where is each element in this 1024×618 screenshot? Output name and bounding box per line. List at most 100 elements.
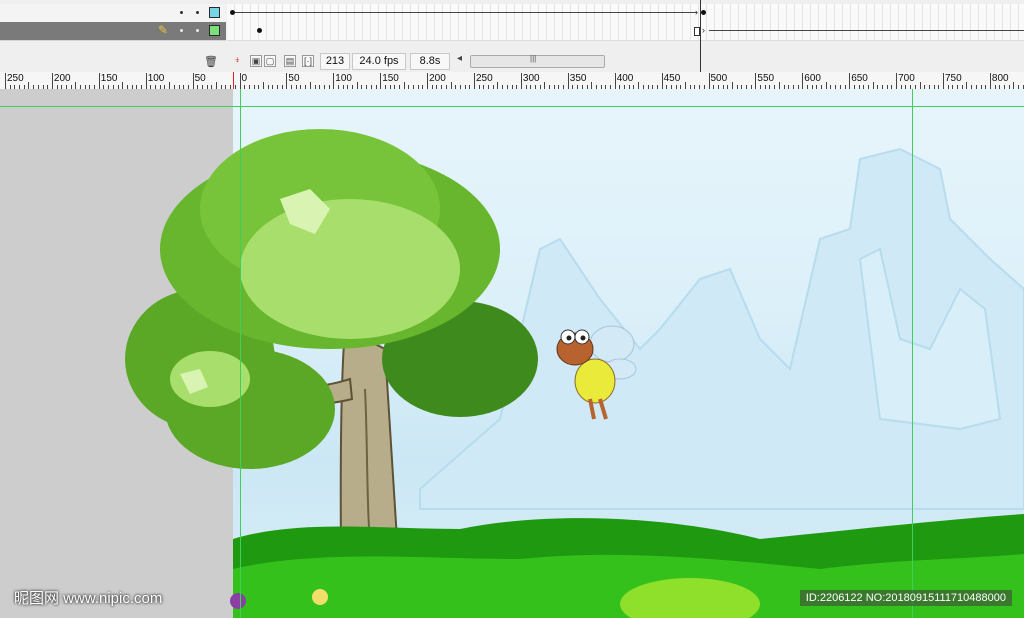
ruler-origin-marker bbox=[233, 72, 234, 89]
ruler-major-tick bbox=[5, 73, 6, 89]
onion-skin-icon[interactable]: ▣ bbox=[250, 55, 262, 67]
ruler-label: 800 bbox=[991, 73, 1009, 84]
ruler-minor-tick bbox=[544, 82, 546, 89]
onion-skin-outline-icon[interactable]: ▢ bbox=[264, 55, 276, 67]
ruler-label: 50 bbox=[194, 73, 206, 84]
ruler-label: 250 bbox=[7, 73, 24, 84]
scroll-left-arrow-icon[interactable]: ◂ bbox=[457, 53, 462, 64]
image-id-watermark: ID:2206122 NO:20180915111710488000 bbox=[799, 590, 1012, 606]
ruler-minor-tick bbox=[731, 82, 733, 89]
layer-frames[interactable]: › bbox=[227, 4, 1024, 23]
ruler-minor-tick bbox=[497, 82, 499, 89]
current-frame-field[interactable]: 213 bbox=[320, 53, 350, 70]
layer-header[interactable]: ✎ bbox=[0, 22, 226, 41]
ruler-minor-tick bbox=[356, 82, 358, 89]
ruler-minor-tick bbox=[919, 82, 921, 89]
ruler-label: 50 bbox=[288, 73, 300, 84]
ruler-minor-tick bbox=[638, 82, 640, 89]
visibility-dot-icon[interactable] bbox=[180, 29, 183, 32]
stage-artwork bbox=[125, 129, 1024, 618]
ruler-major-tick bbox=[755, 73, 757, 89]
guide-line-horizontal[interactable] bbox=[0, 106, 1024, 107]
ruler-label: 350 bbox=[569, 73, 587, 84]
guide-line-vertical[interactable] bbox=[912, 89, 913, 618]
ruler-minor-tick bbox=[778, 82, 780, 89]
ruler-major-tick bbox=[708, 73, 710, 89]
center-frame-icon[interactable]: ⍖ bbox=[234, 54, 241, 67]
ruler-minor-tick bbox=[262, 82, 264, 89]
ruler-label: 700 bbox=[898, 73, 915, 84]
timeline-scrollbar[interactable] bbox=[470, 55, 605, 68]
ruler-major-tick bbox=[333, 73, 335, 89]
edit-multiple-frames-icon[interactable]: ▤ bbox=[284, 55, 296, 67]
elapsed-time-field: 8.8s bbox=[410, 53, 450, 70]
ruler-minor-tick bbox=[28, 82, 30, 89]
ruler-label: 500 bbox=[710, 73, 728, 84]
ruler-minor-tick bbox=[450, 82, 452, 89]
timeline-layer-1[interactable]: › bbox=[0, 4, 1024, 23]
site-watermark: 昵图网 www.nipic.com bbox=[14, 590, 163, 607]
ruler-label: 150 bbox=[100, 73, 118, 84]
ruler-label: 250 bbox=[476, 73, 493, 84]
trash-icon[interactable]: 🗑 bbox=[204, 55, 218, 68]
keyframe-icon[interactable] bbox=[701, 10, 706, 15]
ruler-label: 400 bbox=[616, 73, 634, 84]
tween-arrow-icon: › bbox=[695, 7, 698, 17]
workspace: 昵图网 www.nipic.com ID:2206122 NO:20180915… bbox=[0, 89, 1024, 618]
ruler-minor-tick bbox=[685, 82, 687, 89]
ruler-label: 100 bbox=[335, 73, 352, 84]
ruler-major-tick bbox=[51, 73, 53, 89]
ruler-label: 100 bbox=[147, 73, 165, 84]
ruler-major-tick bbox=[380, 73, 382, 89]
layer-color-swatch[interactable] bbox=[209, 25, 220, 36]
ruler-major-tick bbox=[896, 73, 898, 89]
ruler-label: 600 bbox=[804, 73, 821, 84]
ruler-minor-tick bbox=[169, 82, 171, 89]
scroll-grip-icon[interactable]: ||| bbox=[530, 54, 536, 63]
pencil-icon: ✎ bbox=[158, 23, 169, 37]
horizontal-ruler: 250 200 150 100 50 0 50 100 150 200 250 300 350 400 45… bbox=[0, 72, 1024, 90]
ruler-minor-tick bbox=[1013, 82, 1015, 89]
ruler-label: 450 bbox=[663, 73, 681, 84]
guide-line-vertical[interactable] bbox=[240, 89, 241, 618]
modify-markers-icon[interactable]: [·] bbox=[302, 55, 314, 67]
ruler-label: 650 bbox=[851, 73, 868, 84]
visibility-dot-icon[interactable] bbox=[180, 11, 183, 14]
frame-rate-field[interactable]: 24.0 fps bbox=[352, 53, 406, 70]
timeline-status-bar: 🗑 ⍖ ▣ ▢ ▤ [·] 213 24.0 fps 8.8s ◂ ||| bbox=[0, 52, 1024, 71]
lock-dot-icon[interactable] bbox=[196, 29, 199, 32]
tween-arrow-icon: › bbox=[702, 25, 705, 35]
layer-header[interactable] bbox=[0, 4, 226, 23]
ruler-label: 200 bbox=[53, 73, 71, 84]
ruler-minor-tick bbox=[216, 82, 218, 89]
ruler-minor-tick bbox=[966, 82, 968, 89]
ruler-major-tick bbox=[98, 73, 100, 89]
motion-tween-line bbox=[709, 30, 1024, 31]
ruler-major-tick bbox=[192, 73, 194, 89]
timeline-layer-2[interactable]: ✎ › bbox=[0, 22, 1024, 41]
ruler-label: 750 bbox=[945, 73, 962, 84]
ruler-minor-tick bbox=[122, 82, 124, 89]
ruler-major-tick bbox=[145, 73, 147, 89]
layer-frames[interactable]: › bbox=[227, 22, 1024, 41]
ruler-major-tick bbox=[661, 73, 663, 89]
ruler-major-tick bbox=[474, 73, 475, 89]
keyframe-icon[interactable] bbox=[257, 28, 262, 33]
ruler-major-tick bbox=[567, 73, 569, 89]
ruler-major-tick bbox=[943, 73, 944, 89]
ruler-major-tick bbox=[286, 73, 288, 89]
layer-color-swatch[interactable] bbox=[209, 7, 220, 18]
ruler-minor-tick bbox=[75, 82, 77, 89]
ruler-minor-tick bbox=[403, 82, 405, 89]
ruler-label: 200 bbox=[429, 73, 446, 84]
ruler-major-tick bbox=[849, 73, 851, 89]
lock-dot-icon[interactable] bbox=[196, 11, 199, 14]
motion-tween-line bbox=[235, 12, 697, 13]
ruler-major-tick bbox=[520, 73, 522, 89]
ruler-minor-tick bbox=[872, 82, 874, 89]
ruler-label: 150 bbox=[382, 73, 399, 84]
ruler-major-tick bbox=[614, 73, 616, 89]
ruler-major-tick bbox=[802, 73, 804, 89]
ruler-minor-tick bbox=[591, 82, 593, 89]
ruler-label: 300 bbox=[522, 73, 540, 84]
